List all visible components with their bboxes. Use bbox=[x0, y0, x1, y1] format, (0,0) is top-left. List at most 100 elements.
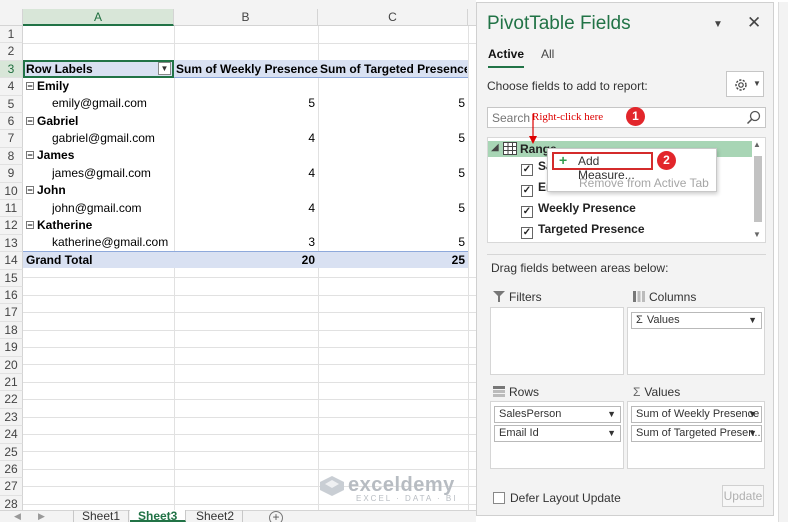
email-cell[interactable]: katherine@gmail.com bbox=[52, 234, 174, 251]
values-drop-zone[interactable]: Sum of Weekly Presence ▼ Sum of Targeted … bbox=[627, 401, 765, 469]
row-header[interactable]: 9 bbox=[0, 165, 23, 183]
email-cell[interactable]: emily@gmail.com bbox=[52, 95, 174, 112]
collapse-icon[interactable]: − bbox=[26, 151, 34, 160]
collapse-icon[interactable]: − bbox=[26, 82, 34, 91]
rows-drop-zone[interactable]: SalesPerson ▼ Email Id ▼ bbox=[490, 401, 624, 469]
row-header[interactable]: 26 bbox=[0, 461, 23, 479]
chevron-down-icon[interactable]: ▼ bbox=[607, 407, 616, 422]
sheet-tab-sheet2[interactable]: Sheet2 bbox=[188, 510, 244, 522]
sheet-tab-sheet1[interactable]: Sheet1 bbox=[73, 510, 130, 522]
update-button[interactable]: Update bbox=[722, 485, 764, 507]
row-header[interactable]: 25 bbox=[0, 443, 23, 461]
search-icon[interactable] bbox=[746, 110, 761, 125]
weekly-value[interactable]: 4 bbox=[176, 165, 315, 182]
grand-total-targeted[interactable]: 25 bbox=[320, 252, 465, 269]
weekly-value[interactable]: 3 bbox=[176, 234, 315, 251]
column-header-b[interactable]: B bbox=[174, 9, 318, 26]
group-row-label[interactable]: − Katherine bbox=[26, 217, 174, 234]
row-header[interactable]: 1 bbox=[0, 26, 23, 44]
scroll-tabs-right-icon[interactable]: ▶ bbox=[38, 511, 45, 522]
targeted-value[interactable]: 5 bbox=[320, 95, 465, 112]
close-icon[interactable]: ✕ bbox=[747, 13, 761, 33]
values-field-pill[interactable]: Sum of Weekly Presence ▼ bbox=[631, 406, 762, 423]
group-row-label[interactable]: − James bbox=[26, 147, 174, 164]
scroll-down-icon[interactable]: ▼ bbox=[753, 230, 761, 239]
sum-targeted-header[interactable]: Sum of Targeted Presence bbox=[320, 61, 467, 78]
row-header[interactable]: 18 bbox=[0, 321, 23, 340]
grand-total-label[interactable]: Grand Total bbox=[26, 252, 174, 269]
row-header[interactable]: 16 bbox=[0, 287, 23, 305]
checkbox-checked-icon[interactable]: ✓ bbox=[521, 227, 533, 239]
row-header[interactable]: 17 bbox=[0, 304, 23, 322]
collapse-icon[interactable]: − bbox=[26, 117, 34, 126]
row-header[interactable]: 23 bbox=[0, 408, 23, 427]
chevron-down-icon[interactable]: ▼ bbox=[748, 313, 757, 328]
row-header[interactable]: 7 bbox=[0, 130, 23, 148]
add-measure-menu-item[interactable]: + Add Measure... bbox=[552, 152, 653, 182]
weekly-value[interactable]: 4 bbox=[176, 130, 315, 147]
scroll-up-icon[interactable]: ▲ bbox=[753, 140, 761, 149]
columns-field-pill[interactable]: Σ Values ▼ bbox=[631, 312, 762, 329]
scroll-tabs-left-icon[interactable]: ◀ bbox=[14, 511, 21, 522]
collapse-triangle-icon[interactable]: ◢ bbox=[491, 142, 499, 153]
group-row-label[interactable]: − Gabriel bbox=[26, 113, 174, 130]
row-header[interactable]: 11 bbox=[0, 200, 23, 218]
weekly-value[interactable]: 5 bbox=[176, 95, 315, 112]
rows-field-pill[interactable]: SalesPerson ▼ bbox=[494, 406, 621, 423]
rows-field-pill[interactable]: Email Id ▼ bbox=[494, 425, 621, 442]
scrollbar-thumb[interactable] bbox=[754, 156, 762, 222]
email-cell[interactable]: james@gmail.com bbox=[52, 165, 174, 182]
tools-button[interactable]: ▼ bbox=[726, 71, 764, 97]
field-item[interactable]: ✓ Targeted Presence bbox=[521, 222, 645, 239]
defer-layout-update[interactable]: Defer Layout Update bbox=[493, 491, 621, 505]
row-header[interactable]: 2 bbox=[0, 43, 23, 61]
row-header[interactable]: 21 bbox=[0, 374, 23, 392]
column-header-d[interactable] bbox=[468, 9, 476, 26]
targeted-value[interactable]: 5 bbox=[320, 200, 465, 217]
tab-active[interactable]: Active bbox=[488, 47, 525, 68]
pane-options-chevron-icon[interactable]: ▼ bbox=[713, 19, 723, 30]
values-field-pill[interactable]: Sum of Targeted Presen... ▼ bbox=[631, 425, 762, 442]
row-header[interactable]: 19 bbox=[0, 339, 23, 357]
row-header[interactable]: 5 bbox=[0, 95, 23, 113]
chevron-down-icon[interactable]: ▼ bbox=[748, 407, 757, 422]
window-scrollbar[interactable] bbox=[778, 2, 788, 522]
row-header[interactable]: 14 bbox=[0, 252, 23, 270]
chevron-down-icon[interactable]: ▼ bbox=[748, 426, 757, 441]
row-header[interactable]: 4 bbox=[0, 78, 23, 96]
row-header[interactable]: 13 bbox=[0, 234, 23, 253]
email-cell[interactable]: gabriel@gmail.com bbox=[52, 130, 174, 147]
sheet-tab-sheet3[interactable]: Sheet3 bbox=[130, 510, 187, 522]
row-header[interactable]: 22 bbox=[0, 391, 23, 409]
worksheet[interactable]: A B C 1 2 3 4 5 6 7 8 9 10 11 12 13 14 1… bbox=[0, 0, 476, 522]
collapse-icon[interactable]: − bbox=[26, 221, 34, 230]
checkbox-checked-icon[interactable]: ✓ bbox=[521, 206, 533, 218]
checkbox-checked-icon[interactable]: ✓ bbox=[521, 185, 533, 197]
collapse-icon[interactable]: − bbox=[26, 186, 34, 195]
add-sheet-icon[interactable]: + bbox=[269, 511, 283, 522]
checkbox-checked-icon[interactable]: ✓ bbox=[521, 164, 533, 176]
field-item[interactable]: ✓ Weekly Presence bbox=[521, 201, 636, 218]
targeted-value[interactable]: 5 bbox=[320, 234, 465, 251]
row-header[interactable]: 20 bbox=[0, 356, 23, 374]
grand-total-weekly[interactable]: 20 bbox=[176, 252, 315, 269]
remove-from-active-tab-menu-item[interactable]: Remove from Active Tab bbox=[579, 176, 709, 190]
row-header[interactable]: 12 bbox=[0, 217, 23, 235]
columns-drop-zone[interactable]: Σ Values ▼ bbox=[627, 307, 765, 375]
group-row-label[interactable]: − John bbox=[26, 182, 174, 199]
select-all-corner[interactable] bbox=[0, 9, 23, 26]
column-header-c[interactable]: C bbox=[318, 9, 468, 26]
search-input[interactable] bbox=[488, 108, 728, 127]
row-header[interactable]: 27 bbox=[0, 478, 23, 496]
row-header[interactable]: 10 bbox=[0, 182, 23, 200]
weekly-value[interactable]: 4 bbox=[176, 200, 315, 217]
chevron-down-icon[interactable]: ▼ bbox=[607, 426, 616, 441]
checkbox-icon[interactable] bbox=[493, 492, 505, 504]
tab-all[interactable]: All bbox=[541, 47, 554, 61]
email-cell[interactable]: john@gmail.com bbox=[52, 200, 174, 217]
row-header[interactable]: 6 bbox=[0, 113, 23, 131]
targeted-value[interactable]: 5 bbox=[320, 165, 465, 182]
field-list-scrollbar[interactable]: ▲ ▼ bbox=[753, 140, 763, 240]
group-row-label[interactable]: − Emily bbox=[26, 78, 174, 95]
column-header-a[interactable]: A bbox=[23, 9, 174, 26]
